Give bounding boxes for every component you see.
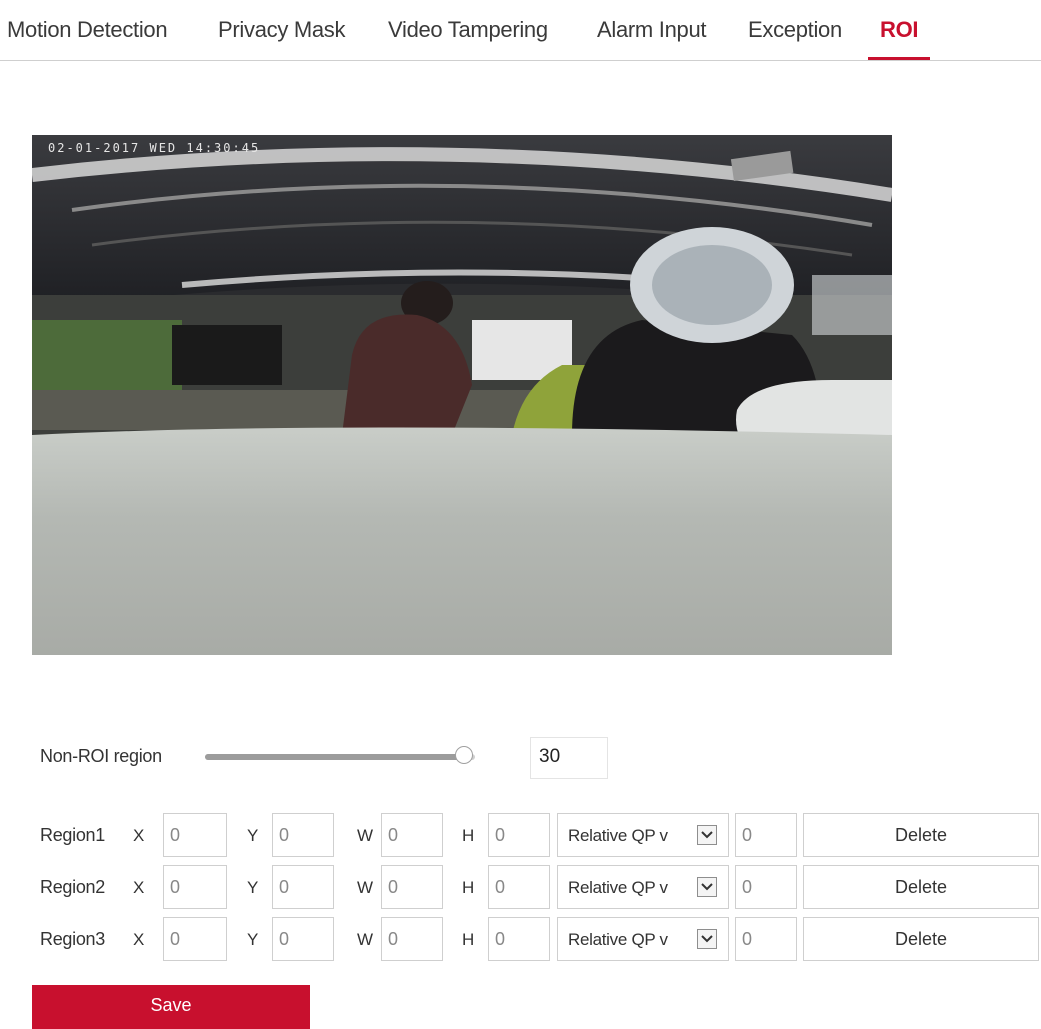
qp-mode-value: Relative QP v <box>568 826 668 845</box>
x-label: X <box>133 930 145 949</box>
tab-alarm-input[interactable]: Alarm Input <box>597 14 707 60</box>
region-label: Region3 <box>40 929 105 949</box>
qp-mode-select[interactable]: Relative QP v <box>557 813 729 857</box>
video-frame-image <box>32 135 892 655</box>
region-h-field[interactable] <box>488 917 550 961</box>
qp-value-field[interactable] <box>735 865 797 909</box>
delete-button[interactable]: Delete <box>803 813 1039 857</box>
video-preview[interactable]: 02-01-2017 WED 14:30:45 <box>32 135 892 655</box>
video-timestamp-overlay: 02-01-2017 WED 14:30:45 <box>48 141 261 155</box>
region-row: Region3 X Y W H Relative QP v Delete <box>0 917 1041 963</box>
region-y-field[interactable] <box>272 865 334 909</box>
region-x-field[interactable] <box>163 917 227 961</box>
tab-motion-detection[interactable]: Motion Detection <box>7 14 168 60</box>
h-label: H <box>462 826 475 845</box>
y-label: Y <box>247 878 259 897</box>
region-row: Region2 X Y W H Relative QP v Delete <box>0 865 1041 911</box>
non-roi-slider-fill <box>205 754 465 760</box>
non-roi-value-field[interactable]: 30 <box>530 737 608 779</box>
chevron-down-icon[interactable] <box>697 877 717 897</box>
qp-value-field[interactable] <box>735 917 797 961</box>
region-h-field[interactable] <box>488 865 550 909</box>
region-label: Region2 <box>40 877 105 897</box>
y-label: Y <box>247 930 259 949</box>
qp-mode-value: Relative QP v <box>568 930 668 949</box>
region-w-field[interactable] <box>381 813 443 857</box>
delete-button[interactable]: Delete <box>803 917 1039 961</box>
tab-roi[interactable]: ROI <box>868 14 931 60</box>
region-w-field[interactable] <box>381 917 443 961</box>
region-w-field[interactable] <box>381 865 443 909</box>
w-label: W <box>357 878 374 897</box>
x-label: X <box>133 878 145 897</box>
tab-video-tampering[interactable]: Video Tampering <box>388 14 548 60</box>
chevron-down-icon[interactable] <box>697 929 717 949</box>
chevron-down-icon[interactable] <box>697 825 717 845</box>
non-roi-slider[interactable] <box>205 746 475 764</box>
save-button[interactable]: Save <box>32 985 310 1029</box>
y-label: Y <box>247 826 259 845</box>
tab-exception[interactable]: Exception <box>748 14 842 60</box>
h-label: H <box>462 878 475 897</box>
w-label: W <box>357 826 374 845</box>
qp-mode-select[interactable]: Relative QP v <box>557 865 729 909</box>
region-x-field[interactable] <box>163 865 227 909</box>
region-label: Region1 <box>40 825 105 845</box>
tab-bar: Motion Detection Privacy Mask Video Tamp… <box>0 0 1041 61</box>
qp-mode-select[interactable]: Relative QP v <box>557 917 729 961</box>
region-y-field[interactable] <box>272 917 334 961</box>
non-roi-label: Non-ROI region <box>40 746 162 766</box>
region-h-field[interactable] <box>488 813 550 857</box>
x-label: X <box>133 826 145 845</box>
slider-handle[interactable] <box>455 746 474 764</box>
tab-privacy-mask[interactable]: Privacy Mask <box>218 14 346 60</box>
region-x-field[interactable] <box>163 813 227 857</box>
h-label: H <box>462 930 475 949</box>
delete-button[interactable]: Delete <box>803 865 1039 909</box>
qp-value-field[interactable] <box>735 813 797 857</box>
qp-mode-value: Relative QP v <box>568 878 668 897</box>
w-label: W <box>357 930 374 949</box>
region-row: Region1 X Y W H Relative QP v Delete <box>0 813 1041 859</box>
region-y-field[interactable] <box>272 813 334 857</box>
